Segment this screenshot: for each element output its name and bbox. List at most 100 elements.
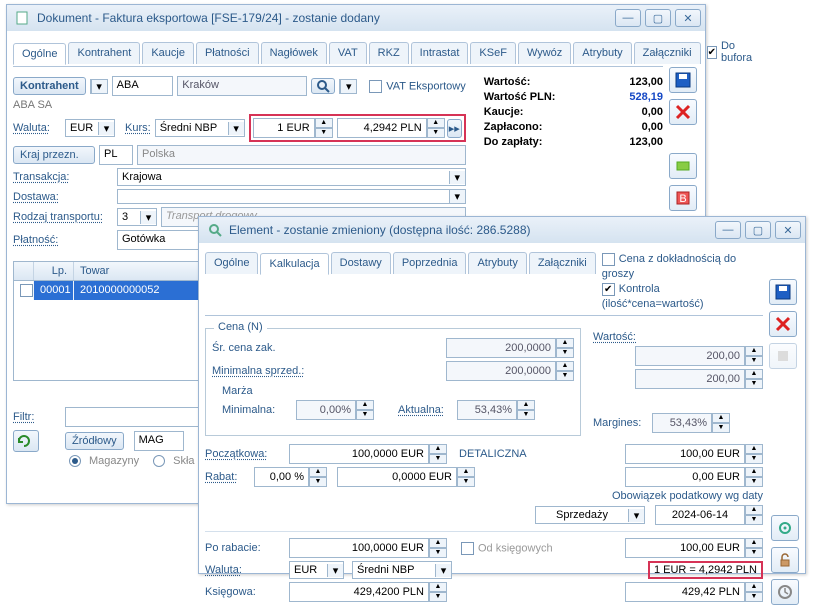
spin-up[interactable]: ▲ [745,444,763,454]
spin-up[interactable]: ▲ [745,369,763,379]
kurs-rate-input[interactable] [337,118,427,138]
col-towar[interactable]: Towar [74,262,202,280]
kontrahent-button[interactable]: Kontrahent [13,77,86,95]
filtr-input[interactable] [65,407,200,427]
obow-date-input[interactable] [655,505,745,525]
tab-płatności[interactable]: Płatności [196,42,259,64]
spin-down[interactable]: ▼ [745,356,763,366]
rabat-pct-input[interactable] [254,467,309,487]
spin-up[interactable]: ▲ [556,361,574,371]
spin-down[interactable]: ▼ [745,379,763,389]
tab-poprzednia[interactable]: Poprzednia [393,252,467,274]
tab-atrybuty[interactable]: Atrybuty [468,252,526,274]
spin-down[interactable]: ▼ [745,454,763,464]
history-button[interactable] [771,579,799,605]
spin-down[interactable]: ▼ [745,548,763,558]
tab-atrybuty[interactable]: Atrybuty [573,42,631,64]
tool-button-2[interactable]: B [669,185,697,211]
do-bufora-checkbox[interactable]: ✔ [707,46,717,59]
spin-up[interactable]: ▲ [745,582,763,592]
lookup-button[interactable] [311,78,335,94]
tab-dostawy[interactable]: Dostawy [331,252,391,274]
close-button[interactable]: ✕ [775,221,801,239]
refresh-button[interactable] [13,430,39,452]
spin-down[interactable]: ▼ [745,477,763,487]
waluta-select-arrow[interactable]: ▾ [98,122,114,135]
kraj-code[interactable]: PL [99,145,133,165]
spin-up[interactable]: ▲ [517,400,535,410]
kurs-amount-input[interactable] [253,118,315,138]
tab-intrastat[interactable]: Intrastat [411,42,469,64]
maximize-button[interactable]: ▢ [745,221,771,239]
po-rabacie-right-input[interactable] [625,538,745,558]
transakcja-select[interactable]: Krajowa [118,169,449,185]
kontrola-checkbox[interactable]: ✔ [602,283,615,296]
spin-down[interactable]: ▼ [309,477,327,487]
vat-eksportowy-checkbox[interactable] [369,80,382,93]
poczatkowa-input[interactable] [289,444,429,464]
spin-down[interactable]: ▼ [315,128,333,138]
spin-up[interactable]: ▲ [745,467,763,477]
kontrahent-input[interactable]: ABA [112,76,174,96]
spin-up[interactable]: ▲ [457,467,475,477]
tab-załączniki[interactable]: Załączniki [634,42,701,64]
obow-select[interactable]: Sprzedaży [536,507,628,523]
tool-button-1[interactable] [669,153,697,179]
kurs2-select[interactable]: Średni NBP [353,562,435,578]
po-rabacie-input[interactable] [289,538,429,558]
spin-down[interactable]: ▼ [457,477,475,487]
spin-down[interactable]: ▼ [712,423,730,433]
kraj-button[interactable]: Kraj przezn. [13,146,95,164]
kurs-type-arrow[interactable]: ▾ [228,122,244,135]
waluta2-arrow[interactable]: ▾ [327,564,343,577]
spin-up[interactable]: ▲ [315,118,333,128]
rodzaj-select[interactable]: 3 [118,209,140,225]
maximize-button[interactable]: ▢ [645,9,671,27]
spin-down[interactable]: ▼ [427,128,445,138]
col-lp[interactable]: Lp. [34,262,74,280]
rabat-right-input[interactable] [625,467,745,487]
spin-down[interactable]: ▼ [517,410,535,420]
tab-ogólne[interactable]: Ogólne [205,252,258,274]
detaliczna-input[interactable] [625,444,745,464]
items-grid[interactable]: Lp. Towar 00001 2010000000052 [13,261,203,381]
spin-up[interactable]: ▲ [556,338,574,348]
minimize-button[interactable]: — [615,9,641,27]
delete-button[interactable] [769,311,797,337]
close-button[interactable]: ✕ [675,9,701,27]
tab-załączniki[interactable]: Załączniki [529,252,596,274]
spin-down[interactable]: ▼ [556,371,574,381]
tab-wywóz[interactable]: Wywóz [518,42,571,64]
spin-down[interactable]: ▼ [556,348,574,358]
dostawa-select[interactable] [118,195,449,199]
magazyny-radio[interactable] [69,455,81,467]
waluta-select[interactable]: EUR [66,120,98,136]
spin-down[interactable]: ▼ [356,410,374,420]
save-button[interactable] [769,279,797,305]
tab-rkz[interactable]: RKZ [369,42,409,64]
spin-up[interactable]: ▲ [427,118,445,128]
spin-up[interactable]: ▲ [429,538,447,548]
tab-ksef[interactable]: KSeF [470,42,516,64]
minimize-button[interactable]: — [715,221,741,239]
table-row[interactable]: 00001 2010000000052 [14,281,202,300]
spin-up[interactable]: ▲ [429,444,447,454]
delete-button[interactable] [669,99,697,125]
tab-kalkulacja[interactable]: Kalkulacja [260,253,328,275]
mag-input[interactable]: MAG [134,431,184,451]
spin-up[interactable]: ▲ [356,400,374,410]
rodzaj-arrow[interactable]: ▾ [140,211,156,224]
tab-vat[interactable]: VAT [329,42,367,64]
zrodlowy-button[interactable]: Źródłowy [65,432,124,450]
spin-up[interactable]: ▲ [745,346,763,356]
od-ksiegowych-checkbox[interactable] [461,542,474,555]
waluta2-select[interactable]: EUR [290,562,327,578]
spin-down[interactable]: ▼ [429,592,447,602]
spin-up[interactable]: ▲ [745,505,763,515]
kurs2-arrow[interactable]: ▾ [435,564,451,577]
ksiegowa-right-input[interactable] [625,582,745,602]
spin-up[interactable]: ▲ [712,413,730,423]
cena-doklad-checkbox[interactable] [602,253,615,266]
spin-up[interactable]: ▲ [309,467,327,477]
transakcja-arrow[interactable]: ▾ [449,171,465,184]
